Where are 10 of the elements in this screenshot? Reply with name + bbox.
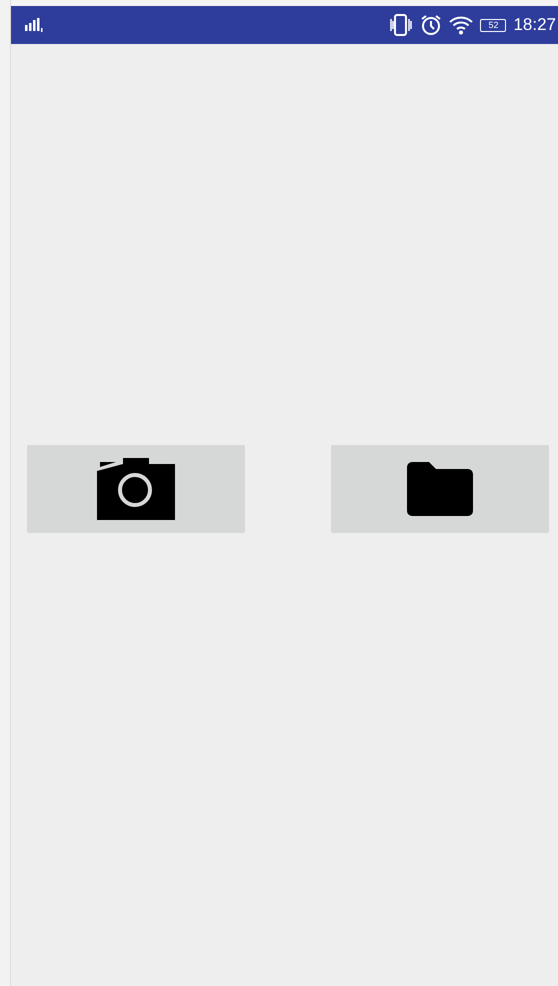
signal-icon xyxy=(25,18,45,32)
alarm-icon xyxy=(420,14,442,36)
vibrate-icon xyxy=(389,14,414,36)
camera-icon xyxy=(97,458,175,520)
camera-button[interactable] xyxy=(27,445,245,533)
wifi-icon xyxy=(449,15,474,35)
folder-icon xyxy=(407,462,473,516)
clock-time: 18:27 xyxy=(513,15,556,35)
battery-level: 52 xyxy=(480,18,506,32)
folder-button[interactable] xyxy=(331,445,549,533)
